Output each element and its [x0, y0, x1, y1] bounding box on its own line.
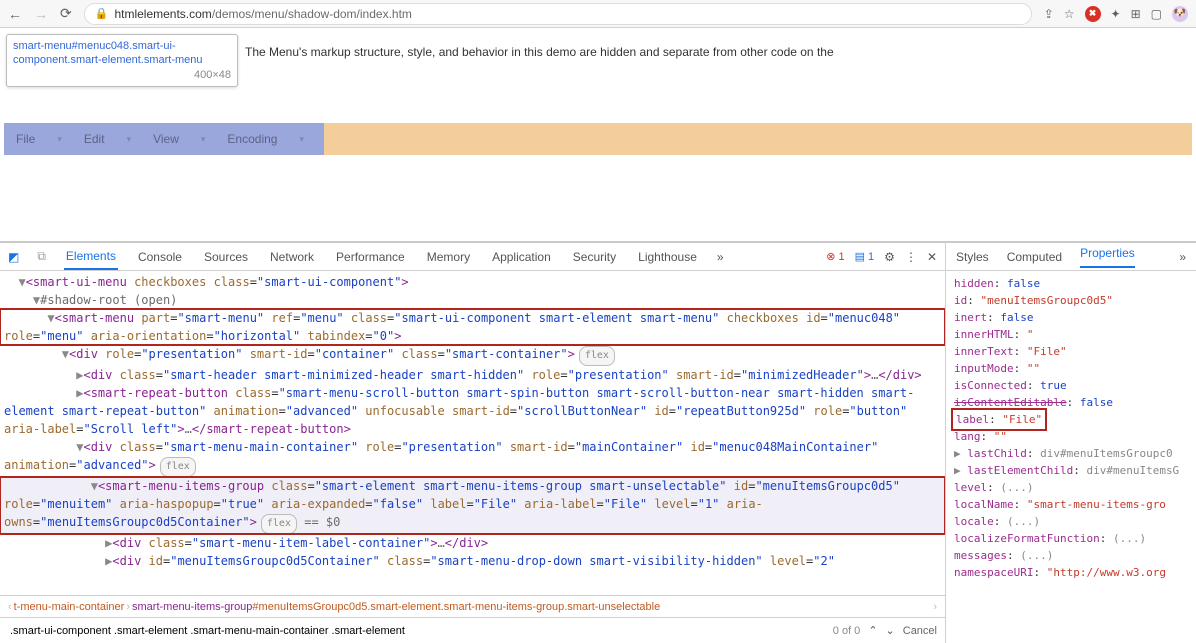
dom-line[interactable]: ▼<smart-menu part="smart-menu" ref="menu… [0, 309, 945, 345]
dom-line[interactable]: ▶<div class="smart-menu-item-label-conta… [0, 534, 945, 552]
tab-console[interactable]: Console [136, 244, 184, 270]
back-icon[interactable]: ← [8, 6, 22, 22]
property-row[interactable]: localizeFormatFunction: (...) [954, 530, 1188, 547]
property-row[interactable]: label: "File" [954, 411, 1188, 428]
bookmark-icon[interactable]: ☆ [1064, 7, 1075, 21]
reload-icon[interactable]: ⟳ [60, 5, 72, 22]
menu-item-view[interactable]: View [153, 132, 179, 146]
property-row[interactable]: localName: "smart-menu-items-gro [954, 496, 1188, 513]
devtools: ◩ ⧉ Elements Console Sources Network Per… [0, 241, 1196, 643]
message-badge[interactable]: ▤ 1 [855, 250, 875, 263]
dom-line[interactable]: ▶<div id="menuItemsGroupc0d5Container" c… [0, 552, 945, 570]
inspect-icon[interactable]: ◩ [8, 250, 19, 264]
dom-line[interactable]: ▼<smart-ui-menu checkboxes class="smart-… [0, 273, 945, 291]
url-host: htmlelements.com [114, 7, 211, 21]
device-icon[interactable]: ⧉ [37, 249, 46, 264]
tab-application[interactable]: Application [490, 244, 553, 270]
find-input[interactable] [8, 624, 825, 638]
property-row[interactable]: level: (...) [954, 479, 1188, 496]
toolbar-right: ⇪ ☆ ✖ ✦ ⊞ ▢ 🐶 [1044, 6, 1188, 22]
find-bar: 0 of 0 ⌃ ⌄ Cancel [0, 617, 945, 643]
find-next[interactable]: ⌄ [886, 624, 895, 637]
dom-line[interactable]: ▶<div class="smart-header smart-minimize… [0, 366, 945, 384]
gear-icon[interactable]: ⚙ [884, 250, 895, 264]
lock-icon: 🔒 [95, 7, 109, 20]
tooltip-selector: smart-menu#menuc048.smart-ui-component.s… [13, 40, 203, 66]
close-icon[interactable]: ✕ [927, 250, 937, 264]
dom-line[interactable]: ▼<div class="smart-menu-main-container" … [0, 438, 945, 477]
tab-network[interactable]: Network [268, 244, 316, 270]
menu-item-file[interactable]: File [16, 132, 35, 146]
dom-line[interactable]: ▶<smart-repeat-button class="smart-menu-… [0, 384, 945, 438]
page-content: smart-menu#menuc048.smart-ui-component.s… [0, 28, 1196, 241]
property-row[interactable]: hidden: false [954, 275, 1188, 292]
tab-memory[interactable]: Memory [425, 244, 472, 270]
more-tabs[interactable]: » [1179, 250, 1186, 264]
tab-sources[interactable]: Sources [202, 244, 250, 270]
property-row[interactable]: innerText: "File" [954, 343, 1188, 360]
menu-item-edit[interactable]: Edit [84, 132, 105, 146]
menu-remainder [324, 123, 1192, 155]
property-row[interactable]: inputMode: "" [954, 360, 1188, 377]
dom-tree[interactable]: ▼<smart-ui-menu checkboxes class="smart-… [0, 271, 945, 595]
crumb: t-menu-main-container [14, 601, 125, 613]
chevron-down-icon: ▾ [201, 134, 206, 145]
property-row[interactable]: ▶ lastChild: div#menuItemsGroupc0 [954, 445, 1188, 462]
property-row[interactable]: isContentEditable: false [954, 394, 1188, 411]
chevron-down-icon: ▾ [127, 134, 132, 145]
more-tabs[interactable]: » [717, 250, 724, 264]
url-path: /demos/menu/shadow-dom/index.htm [212, 7, 412, 21]
tab-security[interactable]: Security [571, 244, 618, 270]
address-bar[interactable]: 🔒 htmlelements.com/demos/menu/shadow-dom… [84, 3, 1032, 25]
error-badge[interactable]: ⊗ 1 [826, 250, 844, 263]
property-row[interactable]: ▶ lastElementChild: div#menuItemsG [954, 462, 1188, 479]
dom-line[interactable]: ▼<smart-menu-items-group class="smart-el… [0, 477, 945, 534]
property-row[interactable]: inert: false [954, 309, 1188, 326]
extensions-icon[interactable]: ✦ [1111, 7, 1121, 21]
breadcrumb[interactable]: ‹ t-menu-main-container › smart-menu-ite… [0, 595, 945, 617]
forward-icon: → [34, 6, 48, 22]
kebab-icon[interactable]: ⋮ [905, 250, 917, 264]
tab-styles[interactable]: Styles [956, 250, 989, 264]
property-row[interactable]: innerHTML: " [954, 326, 1188, 343]
property-row[interactable]: id: "menuItemsGroupc0d5" [954, 292, 1188, 309]
tab-lighthouse[interactable]: Lighthouse [636, 244, 699, 270]
find-prev[interactable]: ⌃ [868, 624, 877, 637]
chevron-down-icon: ▾ [299, 134, 304, 145]
browser-toolbar: ← → ⟳ 🔒 htmlelements.com/demos/menu/shad… [0, 0, 1196, 28]
dom-line[interactable]: ▼#shadow-root (open) [0, 291, 945, 309]
crumb: smart-menu-items-group#menuItemsGroupc0d… [132, 601, 660, 613]
devtools-right-pane: Styles Computed Properties » hidden: fal… [946, 243, 1196, 643]
demo-menu: File ▾ Edit ▾ View ▾ Encoding ▾ [4, 123, 1192, 155]
apps-icon[interactable]: ▢ [1151, 7, 1162, 21]
right-tabbar: Styles Computed Properties » [946, 243, 1196, 271]
tab-properties[interactable]: Properties [1080, 246, 1135, 268]
tab-elements[interactable]: Elements [64, 243, 118, 270]
profile-avatar[interactable]: 🐶 [1172, 6, 1188, 22]
menu-item-encoding[interactable]: Encoding [227, 132, 277, 146]
find-cancel[interactable]: Cancel [903, 625, 937, 637]
menu-highlight[interactable]: File ▾ Edit ▾ View ▾ Encoding ▾ [4, 123, 324, 155]
property-row[interactable]: isConnected: true [954, 377, 1188, 394]
property-row[interactable]: messages: (...) [954, 547, 1188, 564]
tab-performance[interactable]: Performance [334, 244, 407, 270]
tab-computed[interactable]: Computed [1007, 250, 1062, 264]
properties-list[interactable]: hidden: false id: "menuItemsGroupc0d5" i… [946, 271, 1196, 643]
find-pager: 0 of 0 [833, 625, 861, 637]
dom-line[interactable]: ▼<div role="presentation" smart-id="cont… [0, 345, 945, 366]
property-row[interactable]: locale: (...) [954, 513, 1188, 530]
chevron-down-icon: ▾ [57, 134, 62, 145]
devtools-tabbar: ◩ ⧉ Elements Console Sources Network Per… [0, 243, 945, 271]
adblock-icon[interactable]: ✖ [1085, 6, 1101, 22]
tooltip-dimensions: 400×48 [194, 68, 231, 82]
devtools-left-pane: ◩ ⧉ Elements Console Sources Network Per… [0, 243, 946, 643]
intro-text: The Menu's markup structure, style, and … [245, 45, 834, 59]
puzzle-icon[interactable]: ⊞ [1131, 7, 1141, 21]
property-row[interactable]: lang: "" [954, 428, 1188, 445]
property-row[interactable]: namespaceURI: "http://www.w3.org [954, 564, 1188, 581]
share-icon[interactable]: ⇪ [1044, 7, 1054, 21]
element-tooltip: smart-menu#menuc048.smart-ui-component.s… [6, 34, 238, 87]
